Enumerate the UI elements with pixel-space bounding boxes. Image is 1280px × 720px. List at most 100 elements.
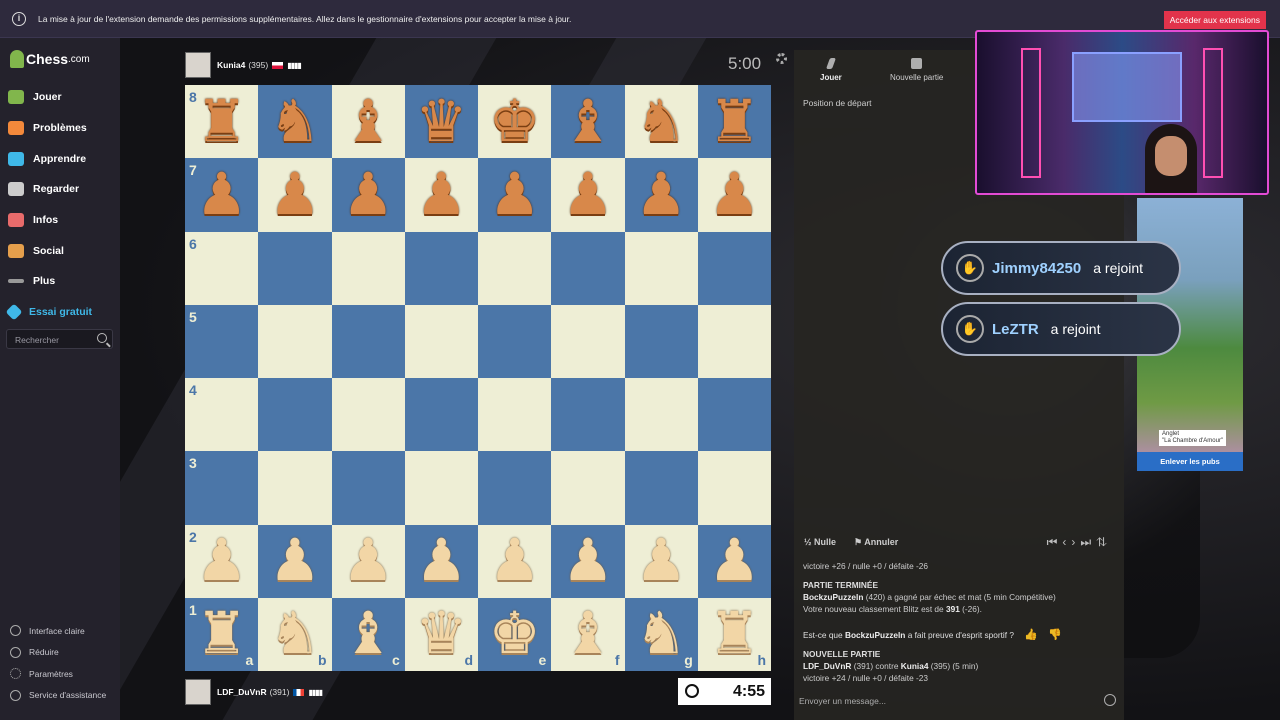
square-d1[interactable]: d ♛ <box>404 597 478 671</box>
white-knight-icon[interactable]: ♞ <box>635 605 687 663</box>
black-pawn-icon[interactable]: ♟ <box>342 165 394 224</box>
square-d3[interactable] <box>404 451 478 525</box>
square-c7[interactable]: ♟ <box>331 158 405 232</box>
tab-nouvelle-partie[interactable]: Nouvelle partie <box>890 58 943 82</box>
square-f2[interactable]: ♟ <box>551 524 625 598</box>
white-pawn-icon[interactable]: ♟ <box>342 532 394 590</box>
square-c8[interactable]: ♝ <box>331 85 405 159</box>
black-knight-icon[interactable]: ♞ <box>269 92 321 151</box>
settings-link[interactable]: Paramètres <box>10 663 106 685</box>
square-d7[interactable]: ♟ <box>404 158 478 232</box>
square-g2[interactable]: ♟ <box>624 524 698 598</box>
light-theme-toggle[interactable]: Interface claire <box>10 620 106 642</box>
square-c4[interactable] <box>331 378 405 452</box>
black-pawn-icon[interactable]: ♟ <box>269 165 321 224</box>
tab-jouer[interactable]: Jouer <box>820 58 842 82</box>
square-e5[interactable] <box>478 304 552 378</box>
white-rook-icon[interactable]: ♜ <box>196 605 248 663</box>
black-rook-icon[interactable]: ♜ <box>196 92 248 151</box>
square-h8[interactable]: ♜ <box>697 85 771 159</box>
square-f5[interactable] <box>551 304 625 378</box>
black-king-icon[interactable]: ♚ <box>489 92 541 151</box>
square-a8[interactable]: 8 ♜ <box>185 85 259 159</box>
avatar[interactable] <box>185 679 211 705</box>
black-bishop-icon[interactable]: ♝ <box>342 92 394 151</box>
square-a1[interactable]: 1 a ♜ <box>185 597 259 671</box>
black-queen-icon[interactable]: ♛ <box>415 92 467 151</box>
square-e7[interactable]: ♟ <box>478 158 552 232</box>
square-b1[interactable]: b ♞ <box>258 597 332 671</box>
square-h1[interactable]: h ♜ <box>697 597 771 671</box>
square-c3[interactable] <box>331 451 405 525</box>
square-e2[interactable]: ♟ <box>478 524 552 598</box>
nav-plus[interactable]: Plus <box>8 266 92 297</box>
square-b7[interactable]: ♟ <box>258 158 332 232</box>
square-h6[interactable] <box>697 231 771 305</box>
square-g1[interactable]: g ♞ <box>624 597 698 671</box>
move-navigation[interactable]: ⏮‹›⏭⇅ <box>1047 535 1112 550</box>
square-a4[interactable]: 4 <box>185 378 259 452</box>
collapse-button[interactable]: Réduire <box>10 642 106 664</box>
black-pawn-icon[interactable]: ♟ <box>415 165 467 224</box>
emoji-icon[interactable] <box>1104 694 1116 706</box>
square-g5[interactable] <box>624 304 698 378</box>
thumbs-up-icon[interactable]: 👍 <box>1024 629 1038 641</box>
white-pawn-icon[interactable]: ♟ <box>269 532 321 590</box>
square-d6[interactable] <box>404 231 478 305</box>
white-pawn-icon[interactable]: ♟ <box>635 532 687 590</box>
square-e8[interactable]: ♚ <box>478 85 552 159</box>
square-d5[interactable] <box>404 304 478 378</box>
white-pawn-icon[interactable]: ♟ <box>415 532 467 590</box>
white-king-icon[interactable]: ♚ <box>489 605 541 663</box>
nav-problemes[interactable]: Problèmes <box>8 113 92 144</box>
square-e6[interactable] <box>478 231 552 305</box>
player-name[interactable]: LDF_DuVnR <box>217 687 267 697</box>
square-h5[interactable] <box>697 304 771 378</box>
opponent-link[interactable]: Kunia4 <box>901 661 929 671</box>
black-rook-icon[interactable]: ♜ <box>708 92 760 151</box>
square-g4[interactable] <box>624 378 698 452</box>
abort-button[interactable]: ⚑ Annuler <box>854 537 898 548</box>
square-c2[interactable]: ♟ <box>331 524 405 598</box>
square-h3[interactable] <box>697 451 771 525</box>
draw-button[interactable]: ½ Nulle <box>804 537 836 547</box>
square-a5[interactable]: 5 <box>185 304 259 378</box>
nav-apprendre[interactable]: Apprendre <box>8 143 92 174</box>
chess-board[interactable]: 8 ♜ ♞ ♝ ♛ ♚ ♝ ♞ ♜ 7 ♟ ♟ ♟ ♟ ♟ ♟ ♟ ♟ 6 5 4 3 2 ♟ ♟ ♟ ♟ ♟ ♟ ♟ ♟ 1 a ♜ b ♞ c ♝ d ♛… <box>185 85 771 671</box>
avatar[interactable] <box>185 52 211 78</box>
nav-social[interactable]: Social <box>8 235 92 266</box>
white-pawn-icon[interactable]: ♟ <box>562 532 614 590</box>
black-pawn-icon[interactable]: ♟ <box>635 165 687 224</box>
white-pawn-icon[interactable]: ♟ <box>196 532 248 590</box>
black-pawn-icon[interactable]: ♟ <box>708 165 760 224</box>
square-h4[interactable] <box>697 378 771 452</box>
remove-ads-button[interactable]: Enlever les pubs <box>1137 452 1243 471</box>
chat-input[interactable]: Envoyer un message... <box>794 690 1124 712</box>
nav-regarder[interactable]: Regarder <box>8 174 92 205</box>
square-a2[interactable]: 2 ♟ <box>185 524 259 598</box>
nav-infos[interactable]: Infos <box>8 205 92 236</box>
chess-logo[interactable]: Chess .com <box>10 50 90 68</box>
square-e4[interactable] <box>478 378 552 452</box>
square-c5[interactable] <box>331 304 405 378</box>
square-a7[interactable]: 7 ♟ <box>185 158 259 232</box>
square-a3[interactable]: 3 <box>185 451 259 525</box>
white-rook-icon[interactable]: ♜ <box>708 605 760 663</box>
square-b4[interactable] <box>258 378 332 452</box>
white-knight-icon[interactable]: ♞ <box>269 605 321 663</box>
square-g3[interactable] <box>624 451 698 525</box>
player-link[interactable]: LDF_DuVnR <box>803 661 851 671</box>
square-f7[interactable]: ♟ <box>551 158 625 232</box>
square-b3[interactable] <box>258 451 332 525</box>
nav-essai-gratuit[interactable]: Essai gratuit <box>5 297 92 328</box>
square-c6[interactable] <box>331 231 405 305</box>
square-f6[interactable] <box>551 231 625 305</box>
square-h2[interactable]: ♟ <box>697 524 771 598</box>
opponent-name-link[interactable]: BockzuPuzzeln <box>845 630 905 640</box>
square-b5[interactable] <box>258 304 332 378</box>
square-g6[interactable] <box>624 231 698 305</box>
square-b8[interactable]: ♞ <box>258 85 332 159</box>
square-g7[interactable]: ♟ <box>624 158 698 232</box>
square-f8[interactable]: ♝ <box>551 85 625 159</box>
square-b6[interactable] <box>258 231 332 305</box>
